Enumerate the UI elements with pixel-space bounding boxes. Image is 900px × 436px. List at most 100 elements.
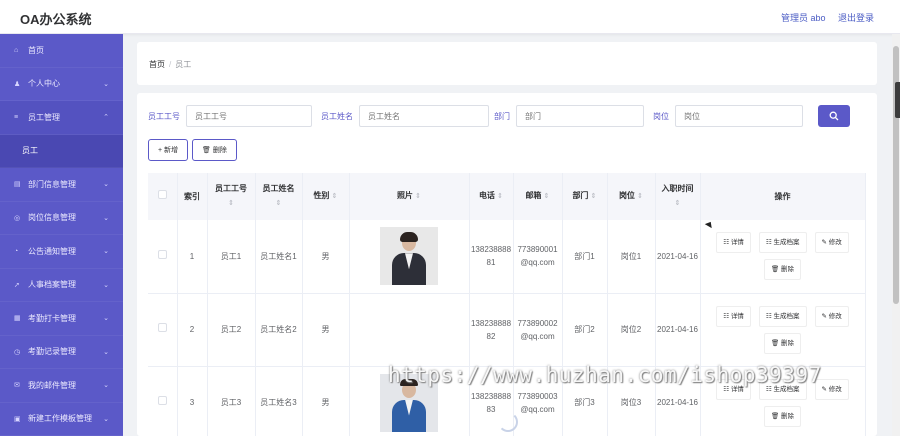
logout-link[interactable]: 退出登录 — [838, 13, 874, 23]
breadcrumb: 首页 / 员工 — [149, 59, 191, 70]
col-gender[interactable]: 性别 ⇕ — [302, 173, 350, 220]
col-photo-label: 照片 — [396, 191, 413, 200]
loading-spinner — [498, 412, 518, 432]
table-row[interactable]: 1 员工1 员工姓名1 男 13823888881 773890001@qq.com 部门1… — [148, 220, 866, 294]
cell-gender: 男 — [302, 220, 350, 294]
breadcrumb-separator: / — [169, 60, 172, 69]
sidebar-item-label: 公告通知管理 — [28, 246, 76, 256]
sidebar-item-5[interactable]: ◎ 岗位信息管理 ⌄ — [0, 202, 123, 235]
folder-icon: ▤ — [14, 181, 21, 189]
chevron-down-icon: ⌄ — [103, 248, 109, 256]
breadcrumb-home[interactable]: 首页 — [149, 60, 165, 69]
clock-icon: ◷ — [14, 348, 21, 356]
chevron-down-icon: ⌄ — [103, 315, 109, 323]
col-post[interactable]: 岗位 ⇕ — [607, 173, 656, 220]
cell-index: 1 — [177, 220, 208, 294]
edit-button[interactable]: ✎ 修改 — [814, 232, 849, 254]
delete-button[interactable]: 🗑 删除 — [763, 259, 802, 281]
sidebar-item-9[interactable]: ◷ 考勤记录管理 ⌄ — [0, 336, 123, 369]
row-select-cell — [148, 366, 178, 436]
cell-phone: 13823888881 — [469, 220, 514, 294]
sidebar-item-3[interactable]: 员工 — [0, 134, 123, 168]
cell-join-date: 2021-04-16 — [655, 293, 701, 367]
emp-no-input[interactable] — [186, 105, 312, 127]
admin-user-label[interactable]: 管理员 abo — [781, 13, 826, 23]
top-bar: OA办公系统 管理员 abo 退出登录 — [0, 0, 900, 34]
add-button[interactable]: + 新增 — [148, 139, 189, 161]
sort-icon[interactable]: ⇕ — [497, 193, 503, 200]
cell-emp-name: 员工姓名1 — [255, 220, 303, 294]
col-dept[interactable]: 部门 ⇕ — [562, 173, 608, 220]
sidebar-item-7[interactable]: ➚ 人事档案管理 ⌄ — [0, 269, 123, 302]
generate-archive-button[interactable]: ☷ 生成档案 — [758, 232, 807, 254]
row-actions: ☷ 详情 ☷ 生成档案 ✎ 修改 🗑 删除 — [701, 229, 865, 283]
cell-photo — [349, 293, 470, 367]
col-gender-label: 性别 — [313, 191, 330, 200]
sort-icon[interactable]: ⇕ — [276, 200, 282, 207]
sidebar-item-label: 人事档案管理 — [28, 280, 76, 290]
col-phone[interactable]: 电话 ⇕ — [469, 173, 514, 220]
sidebar-item-4[interactable]: ▤ 部门信息管理 ⌄ — [0, 168, 123, 202]
col-emp-name-label: 员工姓名 — [262, 184, 295, 193]
dept-label: 部门 — [494, 111, 510, 121]
sidebar-item-1[interactable]: ♟ 个人中心 ⌄ — [0, 68, 123, 101]
row-checkbox[interactable] — [157, 323, 167, 332]
sort-icon[interactable]: ⇕ — [675, 200, 681, 207]
delete-button[interactable]: 🗑 删除 — [763, 332, 802, 354]
sort-icon[interactable]: ⇕ — [637, 193, 643, 200]
position-icon: ◎ — [14, 214, 21, 222]
emp-name-input[interactable] — [359, 105, 489, 127]
col-dept-label: 部门 — [572, 191, 589, 200]
sidebar-item-10[interactable]: ✉ 我的邮件管理 ⌄ — [0, 369, 123, 403]
sort-icon[interactable]: ⇕ — [591, 193, 597, 200]
table-row[interactable]: 2 员工2 员工姓名2 男 13823888882 773890002@qq.com 部门2… — [148, 293, 866, 367]
action-buttons: + 新增 🗑 删除 — [148, 139, 241, 161]
col-emp-name[interactable]: 员工姓名 ⇕ — [255, 173, 303, 220]
select-all-checkbox[interactable] — [157, 189, 167, 199]
row-select-cell — [148, 220, 178, 294]
post-label: 岗位 — [653, 111, 669, 121]
mail-icon: ✉ — [14, 382, 20, 390]
cell-gender: 男 — [302, 293, 350, 367]
sort-icon[interactable]: ⇕ — [544, 193, 550, 200]
edit-button[interactable]: ✎ 修改 — [814, 305, 849, 327]
sidebar-item-0[interactable]: ⌂ 首页 — [0, 34, 123, 68]
col-ops: 操作 — [700, 173, 866, 220]
col-phone-label: 电话 — [478, 191, 495, 200]
sort-icon[interactable]: ⇕ — [415, 193, 421, 200]
col-post-label: 岗位 — [618, 191, 635, 200]
cell-ops: ☷ 详情 ☷ 生成档案 ✎ 修改 🗑 删除 — [700, 220, 866, 294]
notice-icon: ◔ — [14, 247, 19, 255]
col-email[interactable]: 邮箱 ⇕ — [513, 173, 563, 220]
delete-button[interactable]: 🗑 删除 — [763, 405, 802, 427]
chevron-up-icon: ⌃ — [103, 114, 109, 122]
batch-delete-button[interactable]: 🗑 删除 — [192, 139, 237, 161]
col-join-date[interactable]: 入职时间 ⇕ — [655, 173, 701, 220]
col-photo[interactable]: 照片 ⇕ — [349, 173, 470, 220]
generate-archive-button[interactable]: ☷ 生成档案 — [758, 305, 807, 327]
sidebar-item-2[interactable]: ≡ 员工管理 ⌃ — [0, 101, 123, 135]
sidebar-item-8[interactable]: ▦ 考勤打卡管理 ⌄ — [0, 302, 123, 336]
cell-email: 773890001@qq.com — [513, 220, 563, 294]
list-icon: ≡ — [14, 113, 19, 121]
dept-input[interactable] — [516, 105, 644, 127]
search-button[interactable] — [818, 105, 850, 127]
col-index: 索引 — [177, 173, 208, 220]
cell-emp-no: 员工1 — [207, 220, 256, 294]
detail-button[interactable]: ☷ 详情 — [716, 232, 751, 254]
sidebar-item-11[interactable]: ▣ 新建工作模板管理 ⌄ — [0, 403, 123, 436]
sidebar-item-6[interactable]: ◔ 公告通知管理 ⌄ — [0, 235, 123, 269]
cell-phone: 13823888882 — [469, 293, 514, 367]
table-header-row: 索引 员工工号 ⇕ 员工姓名 ⇕ 性别 ⇕ 照片 ⇕ 电话 ⇕ 邮箱 ⇕ 部门 ⇕ … — [148, 173, 866, 220]
detail-button[interactable]: ☷ 详情 — [716, 305, 751, 327]
sidebar-item-label: 我的邮件管理 — [28, 380, 76, 390]
row-checkbox[interactable] — [157, 249, 167, 259]
chevron-down-icon: ⌄ — [103, 181, 109, 189]
post-input[interactable] — [675, 105, 803, 127]
cell-emp-name: 员工姓名3 — [255, 366, 303, 436]
side-edge-tab[interactable] — [895, 82, 900, 118]
col-emp-no[interactable]: 员工工号 ⇕ — [207, 173, 256, 220]
sort-icon[interactable]: ⇕ — [228, 200, 234, 207]
sort-icon[interactable]: ⇕ — [332, 193, 338, 200]
row-checkbox[interactable] — [157, 396, 167, 405]
